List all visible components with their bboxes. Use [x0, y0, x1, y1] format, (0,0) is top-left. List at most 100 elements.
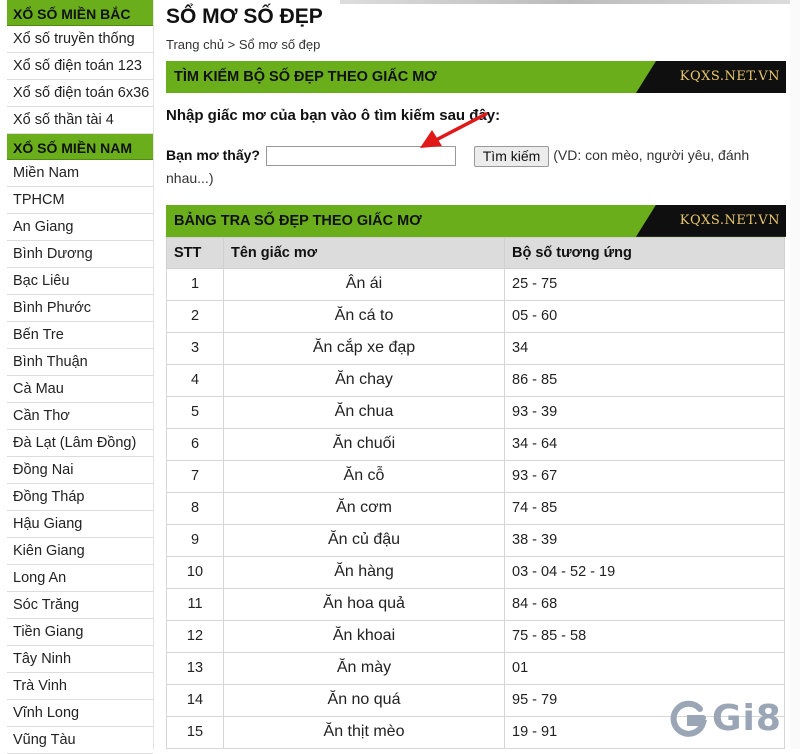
cell-numbers: 38 - 39: [504, 523, 785, 557]
sidebar-item-da-lat[interactable]: Đà Lạt (Lâm Đồng): [7, 430, 153, 457]
table-row: 9 Ăn củ đậu 38 - 39: [166, 523, 785, 557]
table-row: 6 Ăn chuối 34 - 64: [166, 427, 785, 461]
sidebar-item-soc-trang[interactable]: Sóc Trăng: [7, 592, 153, 619]
table-row: 13 Ăn mày 01: [166, 651, 785, 685]
sidebar-item-binh-duong[interactable]: Bình Dương: [7, 241, 153, 268]
search-label: Bạn mơ thấy?: [166, 147, 260, 163]
sidebar-heading-mien-nam: XỔ SỐ MIỀN NAM: [7, 134, 153, 160]
cell-numbers: 84 - 68: [504, 587, 785, 621]
cell-numbers: 25 - 75: [504, 267, 785, 301]
sidebar-item-tay-ninh[interactable]: Tây Ninh: [7, 646, 153, 673]
table-section-header: BẢNG TRA SỐ ĐẸP THEO GIẤC MƠ KQXS.NET.VN: [166, 204, 786, 237]
sidebar-item-dien-toan-6x36[interactable]: Xổ số điện toán 6x36: [7, 80, 153, 107]
sidebar-item-hau-giang[interactable]: Hậu Giang: [7, 511, 153, 538]
table-row: 10 Ăn hàng 03 - 04 - 52 - 19: [166, 555, 785, 589]
table-row: 12 Ăn khoai 75 - 85 - 58: [166, 619, 785, 653]
column-header-numbers: Bộ số tương ứng: [504, 236, 785, 269]
table-row: 7 Ăn cỗ 93 - 67: [166, 459, 785, 493]
table-row: 11 Ăn hoa quả 84 - 68: [166, 587, 785, 621]
sidebar-item-ca-mau[interactable]: Cà Mau: [7, 376, 153, 403]
breadcrumb[interactable]: Trang chủ > Sổ mơ số đẹp: [166, 37, 786, 53]
cell-stt: 13: [166, 651, 224, 685]
cell-dream: Ân ái: [223, 267, 505, 301]
cell-stt: 2: [166, 299, 224, 333]
watermark-text: Gi8: [712, 698, 782, 739]
table-row: 1 Ân ái 25 - 75: [166, 267, 785, 301]
cell-stt: 6: [166, 427, 224, 461]
page-title: SỔ MƠ SỐ ĐẸP: [166, 5, 323, 28]
sidebar-item-truyen-thong[interactable]: Xổ số truyền thống: [7, 26, 153, 53]
cell-numbers: 34: [504, 331, 785, 365]
table-section-title: BẢNG TRA SỐ ĐẸP THEO GIẤC MƠ: [174, 212, 422, 229]
cell-numbers: 03 - 04 - 52 - 19: [504, 555, 785, 589]
cell-dream: Ăn thịt mèo: [223, 715, 505, 749]
sidebar-item-dong-nai[interactable]: Đồng Nai: [7, 457, 153, 484]
sidebar-item-bac-lieu[interactable]: Bạc Liêu: [7, 268, 153, 295]
page-scrollbar[interactable]: [790, 0, 800, 749]
cell-stt: 12: [166, 619, 224, 653]
sidebar-item-dong-thap[interactable]: Đồng Tháp: [7, 484, 153, 511]
sidebar-item-dien-toan-123[interactable]: Xổ số điện toán 123: [7, 53, 153, 80]
table-row: 5 Ăn chua 93 - 39: [166, 395, 785, 429]
table-row: 3 Ăn cắp xe đạp 34: [166, 331, 785, 365]
sidebar-item-binh-thuan[interactable]: Bình Thuận: [7, 349, 153, 376]
sidebar-heading-mien-bac: XỔ SỐ MIỀN BẮC: [7, 0, 153, 26]
dream-table: STT Tên giấc mơ Bộ số tương ứng 1 Ân ái 25…: [166, 236, 785, 749]
cell-numbers: 01: [504, 651, 785, 685]
cell-stt: 9: [166, 523, 224, 557]
sidebar-item-tien-giang[interactable]: Tiền Giang: [7, 619, 153, 646]
cell-stt: 3: [166, 331, 224, 365]
table-row: 2 Ăn cá to 05 - 60: [166, 299, 785, 333]
table-row: 8 Ăn cơm 74 - 85: [166, 491, 785, 525]
cell-numbers: 34 - 64: [504, 427, 785, 461]
column-header-dream: Tên giấc mơ: [223, 236, 505, 269]
sidebar-item-can-tho[interactable]: Cần Thơ: [7, 403, 153, 430]
cell-numbers: 05 - 60: [504, 299, 785, 333]
cell-stt: 8: [166, 491, 224, 525]
cell-stt: 7: [166, 459, 224, 493]
sidebar-item-an-giang[interactable]: An Giang: [7, 214, 153, 241]
sidebar-item-mien-nam[interactable]: Miền Nam: [7, 160, 153, 187]
g-logo-icon: [670, 700, 708, 737]
search-section-title: TÌM KIẾM BỘ SỐ ĐẸP THEO GIẤC MƠ: [174, 69, 437, 85]
cell-numbers: 75 - 85 - 58: [504, 619, 785, 653]
cell-dream: Ăn cỗ: [223, 459, 505, 493]
cell-stt: 1: [166, 267, 224, 301]
watermark: Gi8: [668, 698, 782, 739]
cell-stt: 5: [166, 395, 224, 429]
sidebar-item-kien-giang[interactable]: Kiên Giang: [7, 538, 153, 565]
cell-stt: 4: [166, 363, 224, 397]
cell-dream: Ăn no quá: [223, 683, 505, 717]
cell-dream: Ăn hoa quả: [223, 587, 505, 621]
sidebar: XỔ SỐ MIỀN BẮC Xổ số truyền thống Xổ số …: [7, 0, 153, 754]
column-header-stt: STT: [166, 236, 224, 269]
sidebar-item-vinh-long[interactable]: Vĩnh Long: [7, 700, 153, 727]
cell-numbers: 93 - 67: [504, 459, 785, 493]
cell-stt: 10: [166, 555, 224, 589]
cell-dream: Ăn chay: [223, 363, 505, 397]
sidebar-item-tra-vinh[interactable]: Trà Vinh: [7, 673, 153, 700]
table-section: BẢNG TRA SỐ ĐẸP THEO GIẤC MƠ KQXS.NET.VN…: [166, 204, 786, 749]
cell-dream: Ăn chuối: [223, 427, 505, 461]
cell-numbers: 74 - 85: [504, 491, 785, 525]
sidebar-item-than-tai-4[interactable]: Xổ số thần tài 4: [7, 107, 153, 134]
sidebar-item-vung-tau[interactable]: Vũng Tàu: [7, 727, 153, 754]
table-row: 4 Ăn chay 86 - 85: [166, 363, 785, 397]
cell-dream: Ăn cắp xe đạp: [223, 331, 505, 365]
cell-numbers: 86 - 85: [504, 363, 785, 397]
sidebar-item-tphcm[interactable]: TPHCM: [7, 187, 153, 214]
cell-stt: 11: [166, 587, 224, 621]
cell-dream: Ăn củ đậu: [223, 523, 505, 557]
table-header-row: STT Tên giấc mơ Bộ số tương ứng: [166, 236, 785, 269]
site-logo: KQXS.NET.VN: [636, 61, 786, 93]
sidebar-item-binh-phuoc[interactable]: Bình Phước: [7, 295, 153, 322]
site-logo-2: KQXS.NET.VN: [636, 204, 786, 237]
cell-dream: Ăn cơm: [223, 491, 505, 525]
search-section-header: TÌM KIẾM BỘ SỐ ĐẸP THEO GIẤC MƠ KQXS.NET…: [166, 61, 786, 93]
sidebar-divider: [153, 0, 154, 749]
sidebar-item-ben-tre[interactable]: Bến Tre: [7, 322, 153, 349]
cell-stt: 14: [166, 683, 224, 717]
sidebar-item-long-an[interactable]: Long An: [7, 565, 153, 592]
cell-dream: Ăn chua: [223, 395, 505, 429]
cell-dream: Ăn mày: [223, 651, 505, 685]
